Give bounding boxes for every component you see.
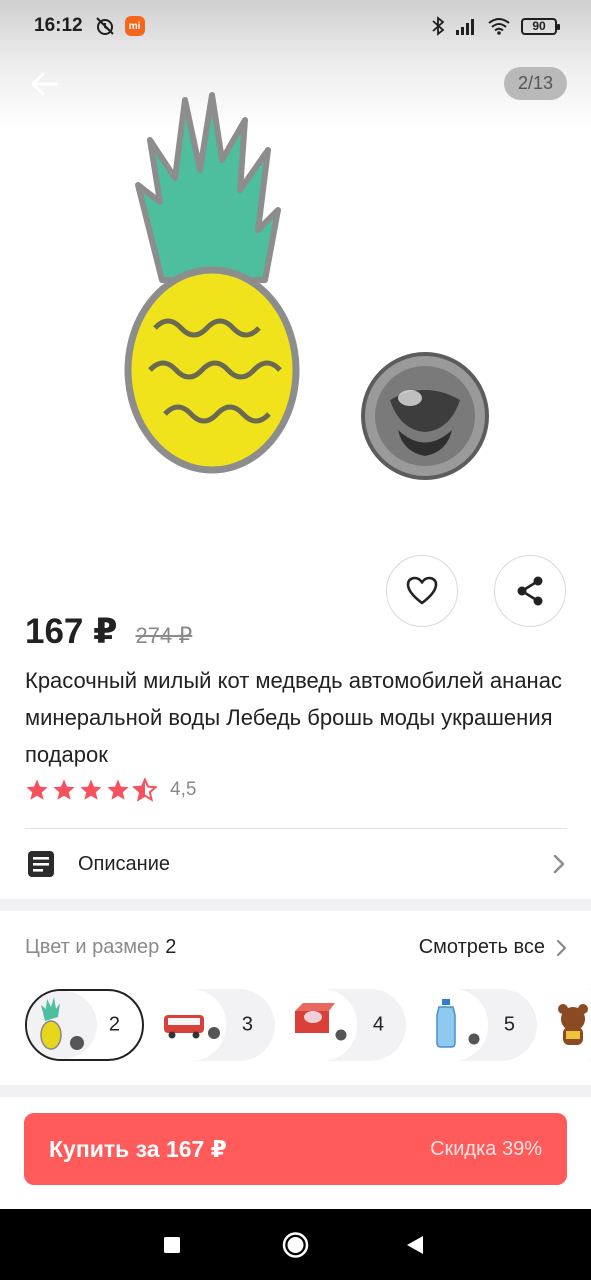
half-star-icon [133, 778, 157, 802]
buy-button[interactable]: Купить за 167 ₽ Скидка 39% [24, 1113, 567, 1185]
chevron-right-icon [553, 854, 565, 874]
old-price: 274 ₽ [135, 623, 193, 648]
description-row[interactable]: Описание [0, 829, 591, 899]
variant-option[interactable] [549, 989, 591, 1061]
battery-icon: 90 [521, 17, 560, 35]
price-row: 167 ₽ 274 ₽ [25, 612, 192, 652]
bear-icon [558, 1004, 588, 1045]
share-icon [517, 576, 543, 606]
product-photo[interactable] [0, 80, 591, 520]
image-counter: 2/13 [504, 67, 567, 100]
home-icon[interactable] [282, 1231, 309, 1258]
mi-app-icon: mi [124, 16, 145, 36]
variant-number: 4 [372, 1013, 384, 1036]
description-label: Описание [78, 852, 171, 875]
variants-count: 2 [165, 936, 177, 958]
product-title: Красочный милый кот медведь автомобилей … [25, 668, 562, 767]
rating-value: 4,5 [170, 779, 197, 800]
star-icon [53, 779, 75, 800]
signal-icon [456, 19, 474, 35]
water-bottle-icon [436, 999, 480, 1048]
star-icon [107, 779, 129, 800]
product-gallery[interactable]: 2/13 [0, 0, 591, 555]
section-separator [0, 1085, 591, 1097]
recents-icon[interactable] [163, 1236, 181, 1254]
variant-option[interactable]: 2 [25, 989, 144, 1061]
variant-option[interactable]: 3 [156, 989, 275, 1061]
back-button[interactable] [24, 64, 64, 104]
variants-caption: Цвет и размер [25, 936, 160, 958]
rating[interactable]: 4,5 [25, 778, 196, 802]
bus-icon [164, 1015, 220, 1039]
variant-thumbnail [156, 989, 226, 1061]
section-separator [0, 899, 591, 911]
battery-level: 90 [532, 19, 546, 33]
status-time: 16:12 [34, 15, 83, 36]
variant-thumbnail [27, 991, 97, 1059]
bluetooth-icon [432, 16, 445, 36]
chevron-right-icon [556, 939, 567, 956]
favorite-button[interactable] [386, 555, 458, 627]
discount-label: Скидка 39% [430, 1137, 542, 1160]
system-nav-bar [0, 1209, 591, 1280]
variant-number: 5 [503, 1013, 515, 1036]
variant-list: 2 3 4 5 [25, 988, 591, 1062]
document-icon [28, 851, 54, 877]
cat-box-icon [295, 1003, 347, 1041]
variants-header: Цвет и размер 2 Смотреть все [25, 936, 567, 959]
muted-alarm-icon [95, 17, 114, 35]
variant-thumbnail [549, 989, 591, 1061]
buy-label: Купить за 167 ₽ [49, 1135, 227, 1162]
variant-option[interactable]: 4 [287, 989, 406, 1061]
arrow-left-icon [31, 72, 58, 96]
heart-icon [406, 576, 438, 605]
see-all-label: Смотреть все [418, 936, 545, 958]
variant-option[interactable]: 5 [418, 989, 537, 1061]
star-icon [26, 779, 48, 800]
see-all-button[interactable]: Смотреть все [419, 936, 567, 959]
back-icon[interactable] [406, 1235, 424, 1255]
current-price: 167 ₽ [25, 612, 118, 651]
status-bar: 16:12 mi 90 [0, 0, 591, 52]
variant-number: 2 [108, 1013, 120, 1036]
variant-number: 3 [241, 1013, 253, 1036]
pineapple-icon [40, 997, 84, 1050]
variant-thumbnail [287, 989, 357, 1061]
wifi-icon [488, 18, 510, 35]
share-button[interactable] [494, 555, 566, 627]
star-icon [80, 779, 102, 800]
variant-thumbnail [418, 989, 488, 1061]
